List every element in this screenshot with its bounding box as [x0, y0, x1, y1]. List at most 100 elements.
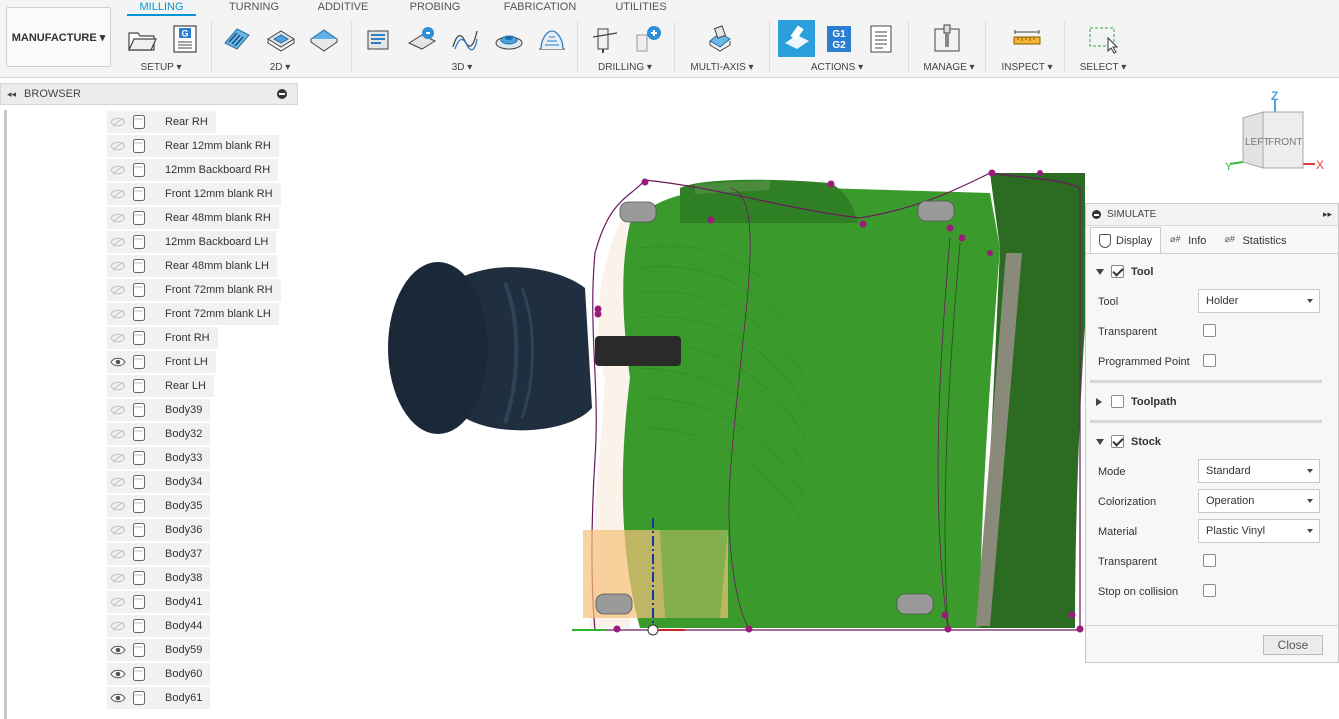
stock-section-header[interactable]: Stock [1096, 435, 1161, 448]
tool-select[interactable]: Holder [1198, 289, 1320, 313]
tool-library-icon[interactable] [930, 22, 964, 56]
workspace-switcher-button[interactable]: MANUFACTURE ▾ [6, 7, 111, 67]
browser-item[interactable]: Body34 [107, 471, 211, 493]
eye-hidden-icon[interactable] [107, 207, 129, 229]
browser-item[interactable]: 12mm Backboard LH [107, 231, 277, 253]
browser-item[interactable]: Body61 [107, 687, 211, 709]
eye-hidden-icon[interactable] [107, 471, 129, 493]
expand-icon[interactable] [1096, 397, 1102, 406]
eye-hidden-icon[interactable] [107, 159, 129, 181]
tab-additive[interactable]: ADDITIVE [310, 0, 376, 16]
eye-hidden-icon[interactable] [107, 495, 129, 517]
window-select-icon[interactable] [1086, 22, 1120, 56]
tab-info[interactable]: ⌀# Info [1161, 227, 1215, 253]
drill-icon[interactable] [588, 22, 622, 56]
simulate-minimize-icon[interactable] [1092, 210, 1101, 219]
tab-milling[interactable]: MILLING [127, 0, 196, 16]
browser-item[interactable]: Body33 [107, 447, 211, 469]
browser-item[interactable]: Body41 [107, 591, 211, 613]
3d-parallel-icon[interactable] [448, 22, 482, 56]
browser-item[interactable]: Body38 [107, 567, 211, 589]
material-select[interactable]: Plastic Vinyl [1198, 519, 1320, 543]
tab-probing[interactable]: PROBING [403, 0, 467, 16]
browser-item[interactable]: Body35 [107, 495, 211, 517]
browser-item[interactable]: Front 72mm blank LH [107, 303, 279, 325]
browser-item[interactable]: Rear 48mm blank RH [107, 207, 279, 229]
g-code-sheet-icon[interactable]: G [168, 22, 202, 56]
eye-open-icon[interactable] [107, 687, 129, 709]
collapse-icon[interactable] [1096, 438, 1104, 445]
eye-open-icon[interactable] [107, 663, 129, 685]
viewcube[interactable]: Z Y X LEFT FRONT [1225, 88, 1335, 178]
eye-open-icon[interactable] [107, 639, 129, 661]
stop-on-collision-checkbox[interactable] [1203, 584, 1216, 597]
tab-fabrication[interactable]: FABRICATION [498, 0, 582, 16]
group-2d-label[interactable]: 2D ▾ [260, 62, 300, 73]
group-select-label[interactable]: SELECT ▾ [1076, 62, 1130, 73]
toolpath-section-checkbox[interactable] [1111, 395, 1124, 408]
transparent-tool-checkbox[interactable] [1203, 324, 1216, 337]
eye-hidden-icon[interactable] [107, 399, 129, 421]
browser-item[interactable]: Body59 [107, 639, 211, 661]
eye-hidden-icon[interactable] [107, 231, 129, 253]
tab-utilities[interactable]: UTILITIES [610, 0, 672, 16]
close-button[interactable]: Close [1263, 635, 1323, 655]
browser-item[interactable]: Rear LH [107, 375, 214, 397]
mode-select[interactable]: Standard [1198, 459, 1320, 483]
hole-recognition-icon[interactable] [631, 22, 665, 56]
toolpath-section-header[interactable]: Toolpath [1096, 395, 1177, 408]
eye-hidden-icon[interactable] [107, 567, 129, 589]
stock-section-checkbox[interactable] [1111, 435, 1124, 448]
browser-item[interactable]: Rear RH [107, 111, 216, 133]
setup-sheet-icon[interactable] [864, 22, 898, 56]
multi-axis-icon[interactable] [703, 22, 737, 56]
group-setup-label[interactable]: SETUP ▾ [128, 62, 194, 73]
eye-hidden-icon[interactable] [107, 135, 129, 157]
browser-item[interactable]: Body39 [107, 399, 211, 421]
eye-hidden-icon[interactable] [107, 303, 129, 325]
group-3d-label[interactable]: 3D ▾ [440, 62, 484, 73]
eye-hidden-icon[interactable] [107, 327, 129, 349]
eye-hidden-icon[interactable] [107, 183, 129, 205]
simulate-action-icon[interactable] [778, 20, 815, 57]
group-drilling-label[interactable]: DRILLING ▾ [594, 62, 656, 73]
browser-item[interactable]: Rear 12mm blank RH [107, 135, 279, 157]
group-inspect-label[interactable]: INSPECT ▾ [997, 62, 1057, 73]
tool-section-checkbox[interactable] [1111, 265, 1124, 278]
browser-item[interactable]: Rear 48mm blank LH [107, 255, 277, 277]
tab-turning[interactable]: TURNING [222, 0, 286, 16]
colorization-select[interactable]: Operation [1198, 489, 1320, 513]
eye-hidden-icon[interactable] [107, 543, 129, 565]
browser-item[interactable]: Front LH [107, 351, 216, 373]
3d-pocket-icon[interactable] [405, 22, 439, 56]
programmed-point-checkbox[interactable] [1203, 354, 1216, 367]
tab-display[interactable]: Display [1090, 227, 1162, 253]
folder-setup-icon[interactable] [125, 22, 159, 56]
3d-contour-icon[interactable] [492, 22, 526, 56]
browser-item[interactable]: Front RH [107, 327, 218, 349]
2d-adaptive-icon[interactable] [220, 22, 254, 56]
browser-item[interactable]: Body37 [107, 543, 211, 565]
eye-hidden-icon[interactable] [107, 111, 129, 133]
group-manage-label[interactable]: MANAGE ▾ [918, 62, 980, 73]
group-multiaxis-label[interactable]: MULTI-AXIS ▾ [688, 62, 756, 73]
browser-item[interactable]: Front 72mm blank RH [107, 279, 281, 301]
2d-face-icon[interactable] [307, 22, 341, 56]
tool-section-header[interactable]: Tool [1096, 265, 1153, 278]
browser-item[interactable]: 12mm Backboard RH [107, 159, 279, 181]
eye-hidden-icon[interactable] [107, 447, 129, 469]
measure-icon[interactable] [1010, 22, 1044, 56]
browser-item[interactable]: Body44 [107, 615, 211, 637]
collapse-browser-icon[interactable]: ◂◂ [7, 89, 16, 100]
eye-open-icon[interactable] [107, 351, 129, 373]
3d-scallop-icon[interactable] [535, 22, 569, 56]
2d-pocket-icon[interactable] [264, 22, 298, 56]
eye-hidden-icon[interactable] [107, 255, 129, 277]
group-actions-label[interactable]: ACTIONS ▾ [806, 62, 868, 73]
browser-item[interactable]: Body32 [107, 423, 211, 445]
3d-adaptive-icon[interactable] [362, 22, 396, 56]
collapse-icon[interactable] [1096, 268, 1104, 275]
expand-panel-icon[interactable]: ▸▸ [1323, 209, 1332, 220]
eye-hidden-icon[interactable] [107, 615, 129, 637]
post-process-icon[interactable]: G1 G2 [822, 22, 856, 56]
